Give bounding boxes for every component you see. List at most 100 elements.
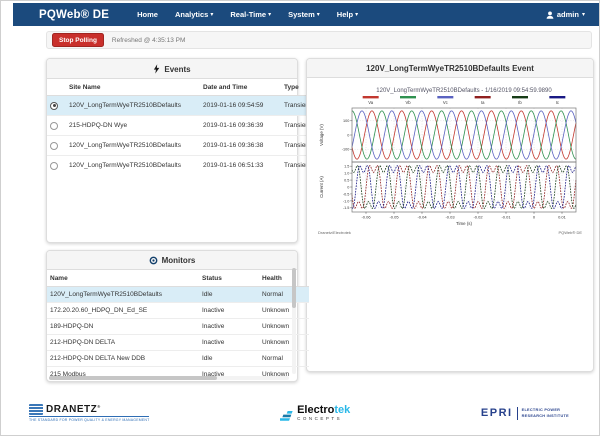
table-row[interactable]: 212-HDPQ-DN DELTA New DDBIdleNormal xyxy=(47,351,309,367)
epri-logo: EPRI ELECTRIC POWER RESEARCH INSTITUTE xyxy=(481,407,569,420)
svg-text:-0.02: -0.02 xyxy=(473,215,483,220)
monitor-name: 172.20.20.60_HDPQ_DN_Ed_SE xyxy=(47,303,199,319)
svg-text:Vc: Vc xyxy=(443,100,448,105)
svg-text:Time (s): Time (s) xyxy=(456,221,472,226)
table-row[interactable]: 215-HDPQ-DN Wye2019-01-16 09:36:39Transi… xyxy=(47,116,321,136)
monitor-name: 189-HDPQ-DN xyxy=(47,319,199,335)
monitor-health: Unknown xyxy=(259,335,309,351)
user-menu[interactable]: admin ▾ xyxy=(546,10,585,19)
svg-text:0: 0 xyxy=(533,215,536,220)
electrotek-subtitle: CONCEPTS xyxy=(297,417,350,422)
event-select-radio[interactable] xyxy=(50,122,58,130)
left-column: Events Site Name Date and Time Type 120V… xyxy=(46,58,298,382)
nav-item-home[interactable]: Home xyxy=(137,10,158,19)
events-panel-title: Events xyxy=(164,65,190,74)
monitor-status: Inactive xyxy=(199,303,259,319)
monitors-panel: Monitors Name Status Health 120V_LongTer… xyxy=(46,250,298,382)
monitors-panel-title: Monitors xyxy=(162,256,196,265)
monitor-health: Unknown xyxy=(259,319,309,335)
svg-text:0: 0 xyxy=(347,133,349,137)
electrotek-icon xyxy=(280,410,294,422)
user-icon xyxy=(546,11,554,19)
events-col-datetime[interactable]: Date and Time xyxy=(200,79,281,96)
event-detail-header: 120V_LongTermWyeTR2510BDefaults Event xyxy=(307,59,593,78)
event-datetime: 2019-01-16 09:36:38 xyxy=(200,136,281,156)
nav-item-system[interactable]: System▾ xyxy=(288,10,320,19)
monitor-status: Inactive xyxy=(199,319,259,335)
monitors-panel-header: Monitors xyxy=(47,251,297,270)
monitor-name: 212-HDPQ-DN DELTA New DDB xyxy=(47,351,199,367)
monitors-col-name[interactable]: Name xyxy=(47,270,199,287)
dranetz-tagline: THE STANDARD FOR POWER QUALITY & ENERGY … xyxy=(29,416,149,422)
event-select-radio[interactable] xyxy=(50,102,58,110)
table-row[interactable]: 120V_LongTermWyeTR2510BDefaults2019-01-1… xyxy=(47,156,321,176)
monitors-col-health[interactable]: Health xyxy=(259,270,309,287)
svg-text:-1.0: -1.0 xyxy=(343,199,350,203)
nav-item-label: Home xyxy=(137,10,158,19)
electrotek-name: Electrotek xyxy=(297,405,350,416)
waveform-chart[interactable]: 120V_LongTermWyeTR2510BDefaults - 1/16/2… xyxy=(307,78,593,242)
events-col-site[interactable]: Site Name xyxy=(66,79,200,96)
user-name: admin xyxy=(557,10,579,19)
table-row[interactable]: 172.20.20.60_HDPQ_DN_Ed_SEInactiveUnknow… xyxy=(47,303,309,319)
lightning-icon xyxy=(153,64,160,74)
table-row[interactable]: 120V_LongTermWyeTR2510BDefaultsIdleNorma… xyxy=(47,287,309,303)
table-row[interactable]: 120V_LongTermWyeTR2510BDefaults2019-01-1… xyxy=(47,96,321,116)
nav-item-label: Real-Time xyxy=(230,10,266,19)
epri-subtitle: ELECTRIC POWER RESEARCH INSTITUTE xyxy=(522,407,569,419)
monitors-header-row: Name Status Health xyxy=(47,270,309,287)
svg-text:Ib: Ib xyxy=(518,100,522,105)
nav-item-label: System xyxy=(288,10,315,19)
svg-text:-0.03: -0.03 xyxy=(445,215,455,220)
svg-text:-0.01: -0.01 xyxy=(501,215,511,220)
events-header-row: Site Name Date and Time Type xyxy=(47,79,321,96)
table-row[interactable]: 189-HDPQ-DNInactiveUnknown xyxy=(47,319,309,335)
monitor-health: Unknown xyxy=(259,303,309,319)
stop-polling-button[interactable]: Stop Polling xyxy=(52,33,104,47)
polling-toolbar: Stop Polling Refreshed @ 4:35:13 PM xyxy=(46,31,592,49)
app-brand[interactable]: PQWeb® DE xyxy=(39,9,109,21)
chevron-down-icon: ▾ xyxy=(317,12,320,18)
event-datetime: 2019-01-16 09:36:39 xyxy=(200,116,281,136)
events-panel: Events Site Name Date and Time Type 120V… xyxy=(46,58,298,243)
event-site: 120V_LongTermWyeTR2510BDefaults xyxy=(66,136,200,156)
svg-text:Current (A): Current (A) xyxy=(319,176,324,198)
waveform-chart-svg: 120V_LongTermWyeTR2510BDefaults - 1/16/2… xyxy=(316,84,584,236)
svg-text:100: 100 xyxy=(343,119,349,123)
svg-text:0: 0 xyxy=(347,185,349,189)
svg-text:Vb: Vb xyxy=(405,100,411,105)
refreshed-timestamp: Refreshed @ 4:35:13 PM xyxy=(112,37,185,44)
table-row[interactable]: 212-HDPQ-DN DELTAInactiveUnknown xyxy=(47,335,309,351)
monitors-col-status[interactable]: Status xyxy=(199,270,259,287)
event-site: 120V_LongTermWyeTR2510BDefaults xyxy=(66,156,200,176)
chevron-down-icon: ▾ xyxy=(355,12,358,18)
svg-text:0.01: 0.01 xyxy=(558,215,567,220)
events-panel-header: Events xyxy=(47,59,297,79)
monitors-horizontal-scrollbar[interactable] xyxy=(49,376,289,380)
svg-text:0.5: 0.5 xyxy=(344,178,349,182)
event-select-radio[interactable] xyxy=(50,162,58,170)
nav-item-label: Analytics xyxy=(175,10,208,19)
chevron-down-icon: ▾ xyxy=(268,12,271,18)
svg-text:-1.5: -1.5 xyxy=(343,206,350,210)
monitor-health: Normal xyxy=(259,351,309,367)
monitor-status: Idle xyxy=(199,287,259,303)
scrollbar-thumb[interactable] xyxy=(49,376,217,380)
svg-text:PQWeb® DE: PQWeb® DE xyxy=(558,230,582,235)
svg-text:-0.04: -0.04 xyxy=(417,215,427,220)
svg-text:-100: -100 xyxy=(342,148,350,152)
monitor-status: Idle xyxy=(199,351,259,367)
event-select-radio[interactable] xyxy=(50,142,58,150)
dranetz-logo: DRANETZ® THE STANDARD FOR POWER QUALITY … xyxy=(29,404,149,422)
event-datetime: 2019-01-16 09:54:59 xyxy=(200,96,281,116)
monitors-vertical-scrollbar[interactable] xyxy=(292,268,296,374)
nav-item-analytics[interactable]: Analytics▾ xyxy=(175,10,213,19)
monitor-name: 120V_LongTermWyeTR2510BDefaults xyxy=(47,287,199,303)
nav-item-help[interactable]: Help▾ xyxy=(337,10,358,19)
nav-item-real-time[interactable]: Real-Time▾ xyxy=(230,10,271,19)
table-row[interactable]: 120V_LongTermWyeTR2510BDefaults2019-01-1… xyxy=(47,136,321,156)
event-detail-panel: 120V_LongTermWyeTR2510BDefaults Event 12… xyxy=(306,58,594,372)
events-col-select xyxy=(47,79,66,96)
electrotek-logo: Electrotek CONCEPTS xyxy=(280,405,350,422)
scrollbar-thumb[interactable] xyxy=(292,268,296,308)
